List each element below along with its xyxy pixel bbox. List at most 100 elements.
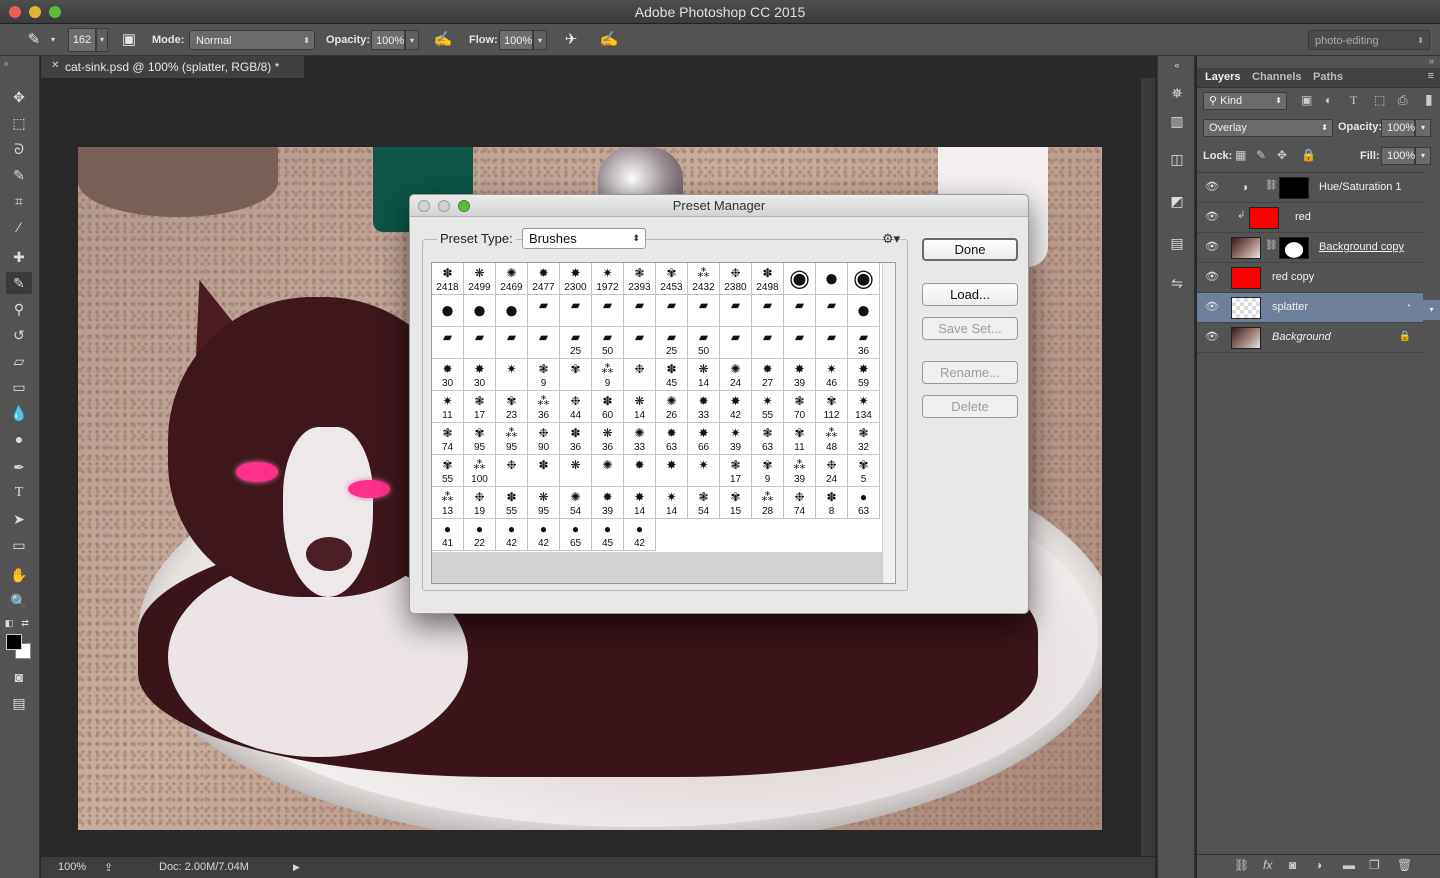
blur-tool-icon[interactable]: 💧	[6, 402, 32, 424]
brush-preset-tile[interactable]: ▰	[528, 295, 560, 327]
brush-preset-tile[interactable]: ●	[848, 295, 880, 327]
brush-preset-tile[interactable]: ✽ 8	[816, 487, 848, 519]
brush-preset-tile[interactable]: ▰	[592, 295, 624, 327]
layer-row-background-copy[interactable]: 👁 ⛓ Background copy	[1197, 233, 1423, 263]
layer-row-splatter[interactable]: 👁 splatter ◔	[1197, 293, 1423, 323]
brush-preset-tile[interactable]: ✽ 2418	[432, 263, 464, 295]
history-brush-tool-icon[interactable]: ↺	[6, 324, 32, 346]
layer-name[interactable]: splatter	[1272, 301, 1308, 313]
layer-style-icon[interactable]: ◔	[1405, 301, 1411, 312]
move-tool-icon[interactable]: ✥	[6, 86, 32, 108]
brush-preset-tile[interactable]: ❉	[624, 359, 656, 391]
brush-preset-tile[interactable]: ⁂ 2432	[688, 263, 720, 295]
history-panel-icon[interactable]: ⇋	[1165, 272, 1189, 294]
brush-preset-tile[interactable]: ❋ 95	[528, 487, 560, 519]
share-icon[interactable]: ⇪	[104, 861, 113, 874]
lock-transparent-icon[interactable]: ▦	[1235, 148, 1246, 162]
layer-style-fx-icon[interactable]: fx	[1263, 858, 1272, 872]
tab-paths[interactable]: Paths	[1313, 71, 1343, 83]
brush-preset-tile[interactable]: ✺	[592, 455, 624, 487]
panel-collapse-icon[interactable]: «	[1165, 54, 1189, 76]
zoom-level[interactable]: 100%	[58, 861, 86, 873]
visibility-eye-icon[interactable]: 👁	[1205, 330, 1219, 343]
brush-preset-tile[interactable]: ❃ 54	[688, 487, 720, 519]
layer-thumbnail[interactable]	[1231, 297, 1261, 319]
brush-preset-tile[interactable]: ✾ 15	[720, 487, 752, 519]
brush-preset-tile[interactable]: ●	[496, 295, 528, 327]
layer-row-hue-saturation[interactable]: 👁 ◑ ⛓ Hue/Saturation 1	[1197, 173, 1423, 203]
layer-name[interactable]: Hue/Saturation 1	[1319, 181, 1402, 193]
brush-preset-tile[interactable]: ❉ 90	[528, 423, 560, 455]
brush-preset-tile[interactable]: ❃ 32	[848, 423, 880, 455]
brush-preset-tile[interactable]: ✸ 30	[464, 359, 496, 391]
layer-row-red-copy[interactable]: 👁 red copy	[1197, 263, 1423, 293]
brush-preset-tile[interactable]: ▰	[432, 327, 464, 359]
pen-tool-icon[interactable]: ✒	[6, 456, 32, 478]
layer-name[interactable]: Background	[1272, 331, 1331, 343]
brush-preset-tile[interactable]: ● 41	[432, 519, 464, 551]
brush-preset-tile[interactable]: ✸ 66	[688, 423, 720, 455]
brush-preset-tile[interactable]: ✽ 36	[560, 423, 592, 455]
delete-button[interactable]: Delete	[922, 395, 1018, 418]
brush-preset-tile[interactable]: ❃ 70	[784, 391, 816, 423]
tab-channels[interactable]: Channels	[1252, 71, 1302, 83]
brush-preset-tile[interactable]: ❃ 63	[752, 423, 784, 455]
filter-toggle-icon[interactable]: ▮	[1425, 91, 1433, 108]
lock-pixels-icon[interactable]: ✎	[1256, 148, 1266, 162]
brush-preset-tile[interactable]: ✺ 54	[560, 487, 592, 519]
brush-preset-tile[interactable]: ❋ 2499	[464, 263, 496, 295]
filter-type-icon[interactable]: T	[1350, 93, 1357, 108]
brush-preset-tile[interactable]: ⁂ 95	[496, 423, 528, 455]
brush-preset-tile[interactable]: ❃ 9	[528, 359, 560, 391]
brush-preset-tile[interactable]: ▰	[752, 295, 784, 327]
brush-preset-tile[interactable]: ❋ 14	[688, 359, 720, 391]
rectangle-tool-icon[interactable]: ▭	[6, 534, 32, 556]
link-icon[interactable]: ⛓	[1265, 240, 1278, 251]
brush-preset-tile[interactable]: ▰	[624, 327, 656, 359]
brush-preset-tile[interactable]: ▰	[656, 295, 688, 327]
brush-preset-tile[interactable]: ✷ 14	[656, 487, 688, 519]
tab-layers[interactable]: Layers	[1205, 71, 1240, 83]
layer-row-red[interactable]: 👁 ↲ red	[1197, 203, 1423, 233]
brush-preset-tile[interactable]: ✽ 45	[656, 359, 688, 391]
brush-preset-tile[interactable]: ✾ 9	[752, 455, 784, 487]
screen-mode-icon[interactable]: ▤	[6, 692, 32, 714]
rename-button[interactable]: Rename...	[922, 361, 1018, 384]
panel-menu-icon[interactable]: ≡	[1428, 70, 1434, 82]
brush-preset-tile[interactable]: ✾ 11	[784, 423, 816, 455]
document-tab[interactable]: ✕ cat-sink.psd @ 100% (splatter, RGB/8) …	[41, 56, 305, 78]
brush-preset-tile[interactable]: ❉ 2380	[720, 263, 752, 295]
brush-preset-tile[interactable]: ▰	[688, 295, 720, 327]
brush-preset-tile[interactable]: ▰	[752, 327, 784, 359]
save-set-button[interactable]: Save Set...	[922, 317, 1018, 340]
brush-preset-tile[interactable]: ❉	[496, 455, 528, 487]
brush-preset-tile[interactable]: ❉ 19	[464, 487, 496, 519]
brush-preset-tile[interactable]: ✾ 95	[464, 423, 496, 455]
brush-preset-tile[interactable]: ✸ 14	[624, 487, 656, 519]
brush-preset-tile[interactable]: ✺ 2469	[496, 263, 528, 295]
histogram-panel-icon[interactable]: ▥	[1165, 110, 1189, 132]
add-mask-icon[interactable]: ◙	[1289, 858, 1296, 872]
brush-preset-tile[interactable]: ✾ 112	[816, 391, 848, 423]
brush-preset-tile[interactable]: ◉	[848, 263, 880, 295]
brush-preset-tile[interactable]: ✹ 27	[752, 359, 784, 391]
brush-preset-tile[interactable]: ▰	[720, 295, 752, 327]
brush-preset-tile[interactable]: ● 42	[528, 519, 560, 551]
brush-preset-tile[interactable]: ✸ 59	[848, 359, 880, 391]
blend-mode-select[interactable]: Overlay ⬍	[1203, 119, 1333, 137]
filter-shape-icon[interactable]: ⬚	[1374, 93, 1385, 107]
brush-preset-tile[interactable]: ✾ 55	[432, 455, 464, 487]
brush-preset-tile[interactable]: ❋ 36	[592, 423, 624, 455]
preset-type-select[interactable]: Brushes ⬍	[522, 228, 646, 249]
workspace-select[interactable]: photo-editing ⬍	[1308, 30, 1430, 50]
adjustments-panel-icon[interactable]: ✵	[1165, 82, 1189, 104]
brush-preset-tile[interactable]: ▰	[784, 295, 816, 327]
brush-preset-tile[interactable]: ⁂ 36	[528, 391, 560, 423]
brush-preset-tile[interactable]: ▰ 25	[656, 327, 688, 359]
brush-preset-tile[interactable]: ● 42	[496, 519, 528, 551]
filter-kind-select[interactable]: ⚲ Kind ⬍	[1203, 92, 1287, 110]
visibility-eye-icon[interactable]: 👁	[1205, 270, 1219, 283]
brush-preset-tile[interactable]: ✺ 26	[656, 391, 688, 423]
brush-preset-tile[interactable]: ●	[432, 295, 464, 327]
layer-mask-thumbnail[interactable]	[1279, 177, 1309, 199]
